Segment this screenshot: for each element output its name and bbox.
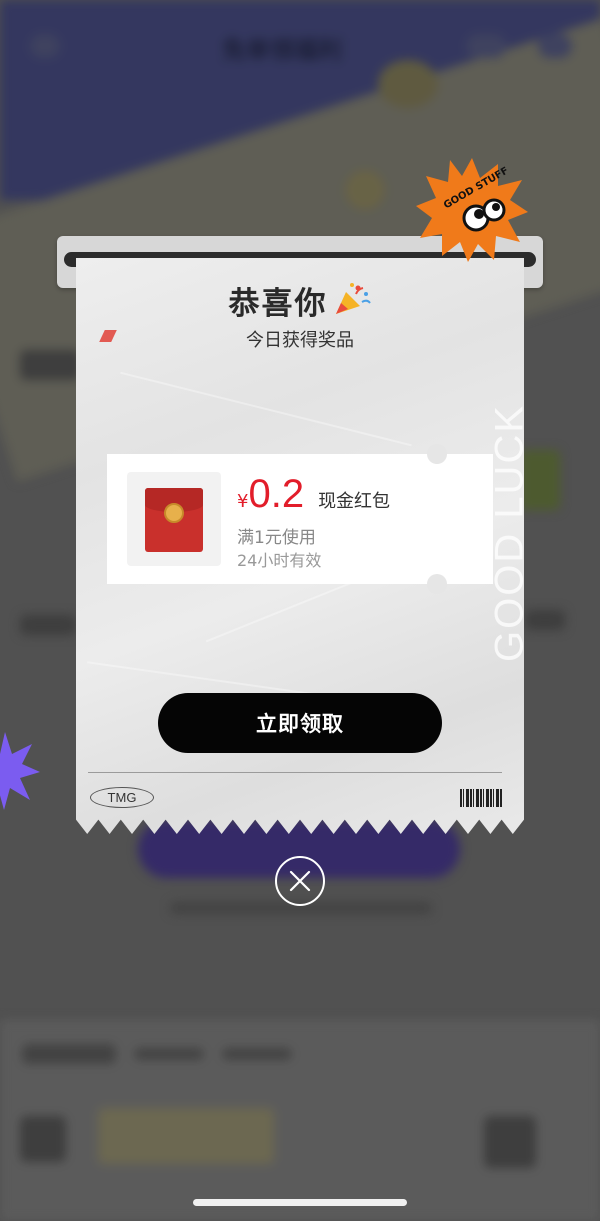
coupon-notch-bottom xyxy=(427,574,447,594)
ticket-divider xyxy=(88,772,502,773)
red-packet-seal xyxy=(164,503,184,523)
claim-button[interactable]: 立即领取 xyxy=(158,693,442,753)
ticket-tag: TMG xyxy=(90,787,154,808)
good-luck-text: GOOD LUCK xyxy=(487,403,532,663)
side-decoration-text: GOOD LUCK xyxy=(487,398,532,668)
barcode-icon xyxy=(460,789,502,807)
paper-crease xyxy=(120,371,412,447)
coupon-amount: 0.2 xyxy=(248,472,305,516)
party-popper-icon xyxy=(332,282,372,324)
close-icon xyxy=(289,870,311,892)
popup-subtitle: 今日获得奖品 xyxy=(246,330,354,351)
purple-star-decoration xyxy=(0,732,40,810)
coupon-validity: 24小时有效 xyxy=(237,551,322,570)
popup-title-text: 恭喜你 xyxy=(228,286,328,322)
good-stuff-sticker: GOOD STUFF xyxy=(416,158,528,262)
coupon-notch-top xyxy=(427,444,447,464)
coupon-thumbnail xyxy=(127,472,221,566)
coupon-condition: 满1元使用 xyxy=(237,528,316,548)
currency-symbol: ¥ xyxy=(237,491,249,512)
home-indicator[interactable] xyxy=(193,1199,407,1206)
coupon-amount-row: ¥ 0.2 现金红包 xyxy=(237,474,390,514)
popup-title: 恭喜你 xyxy=(0,278,600,324)
coupon-type-label: 现金红包 xyxy=(318,491,391,512)
close-button[interactable] xyxy=(275,856,325,906)
coupon-card: ¥ 0.2 现金红包 满1元使用 24小时有效 xyxy=(107,444,493,594)
red-packet-icon xyxy=(145,488,203,552)
paper-crease xyxy=(87,661,325,697)
